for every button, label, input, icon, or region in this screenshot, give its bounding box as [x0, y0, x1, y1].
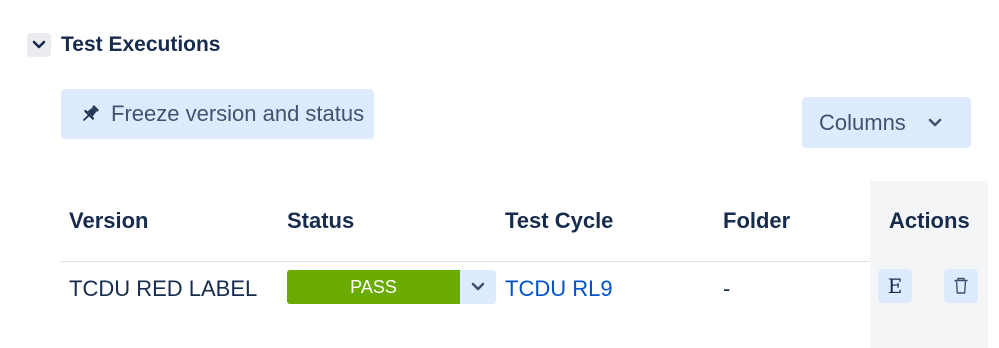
section-title: Test Executions: [61, 33, 221, 56]
chevron-down-icon: [928, 118, 942, 128]
column-header-status[interactable]: Status: [287, 208, 354, 234]
test-cycle-link[interactable]: TCDU RL9: [505, 276, 613, 302]
section-header: Test Executions: [27, 33, 221, 57]
chevron-down-icon: [471, 282, 485, 291]
row-divider: [61, 261, 870, 262]
column-header-folder[interactable]: Folder: [723, 208, 790, 234]
columns-button[interactable]: Columns: [802, 97, 971, 148]
chevron-down-icon: [32, 40, 46, 49]
column-header-actions: Actions: [889, 208, 970, 233]
freeze-version-status-button[interactable]: Freeze version and status: [61, 89, 374, 139]
delete-button[interactable]: [944, 269, 978, 303]
freeze-label: Freeze version and status: [111, 101, 365, 126]
status-dropdown-button[interactable]: [460, 270, 496, 304]
status-badge[interactable]: PASS: [287, 270, 460, 304]
cell-folder: -: [723, 276, 731, 301]
column-header-test-cycle[interactable]: Test Cycle: [505, 208, 613, 234]
cell-version: TCDU RED LABEL: [69, 276, 258, 301]
columns-label: Columns: [819, 109, 906, 135]
actions-column-background: [870, 181, 988, 348]
collapse-toggle-button[interactable]: [27, 33, 51, 57]
trash-icon: [954, 277, 968, 294]
execute-button[interactable]: E: [878, 269, 912, 303]
pin-icon: [79, 103, 101, 125]
column-header-version[interactable]: Version: [69, 208, 148, 234]
status-selector[interactable]: PASS: [287, 270, 496, 304]
